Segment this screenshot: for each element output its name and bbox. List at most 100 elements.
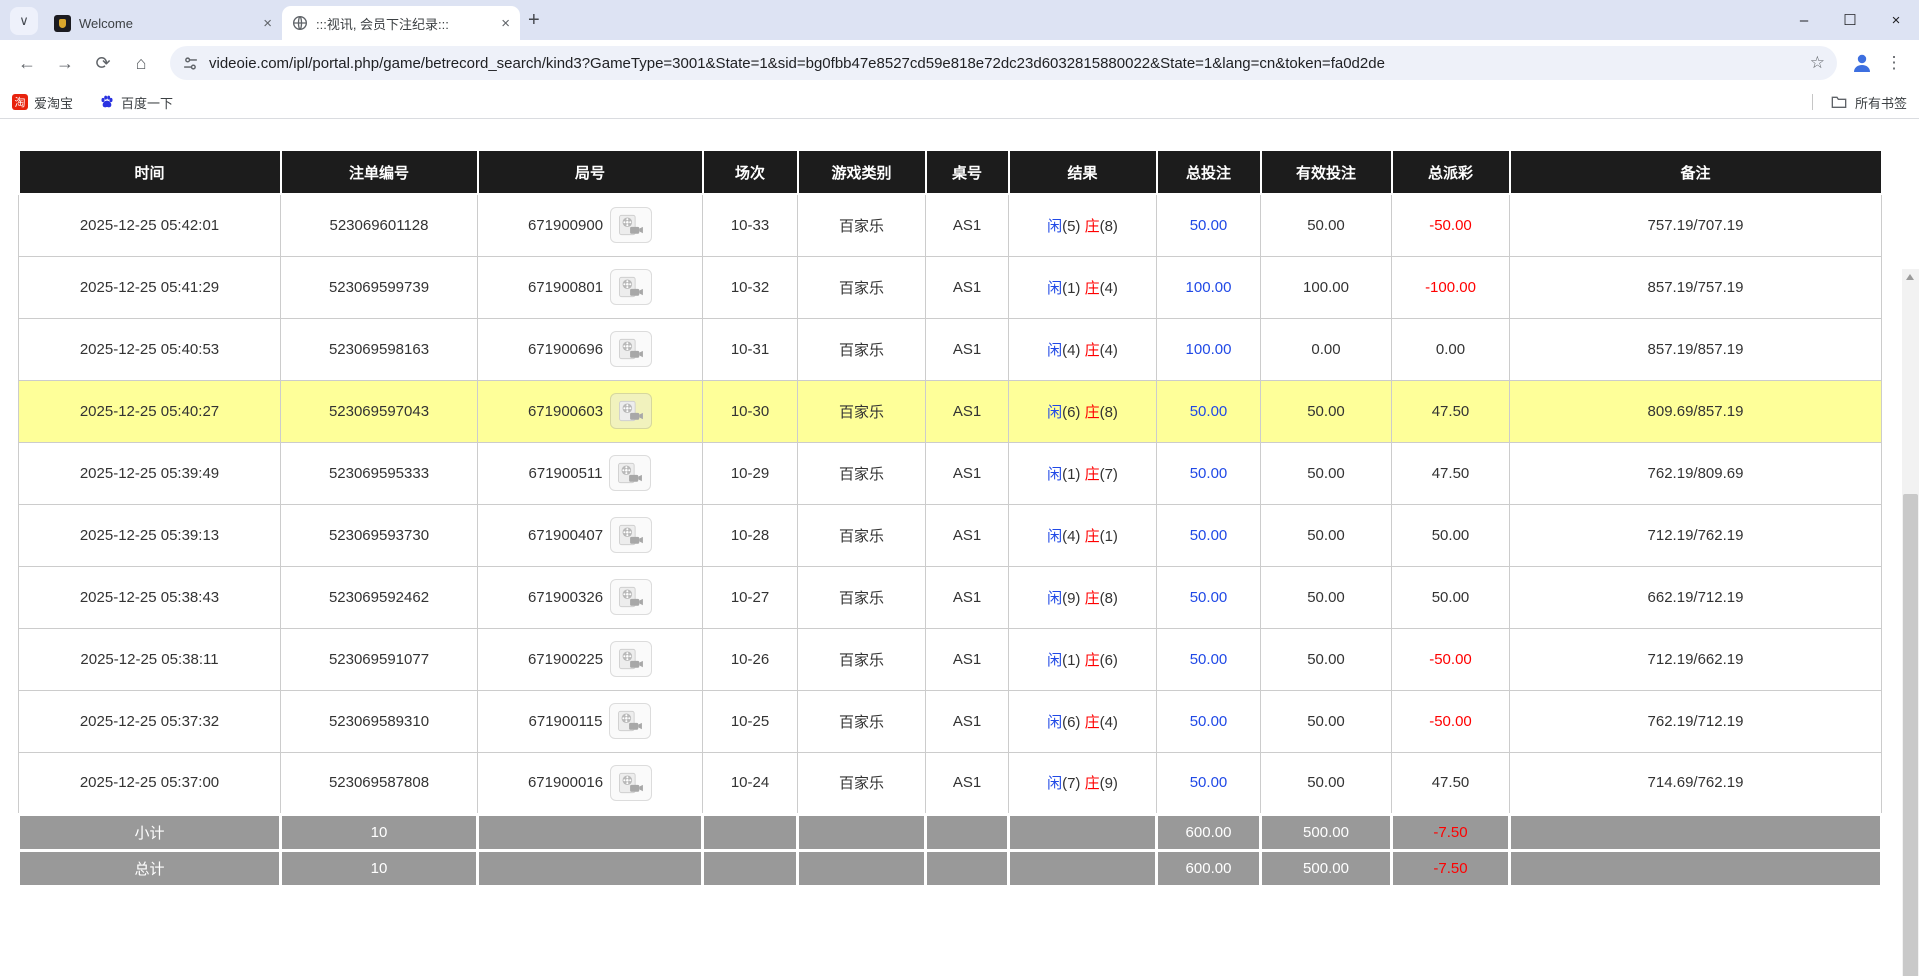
game-type-cell: 百家乐 [798,566,926,628]
column-header: 局号 [478,150,703,194]
time-cell: 2025-12-25 05:42:01 [19,194,281,256]
tab-bet-records[interactable]: :::视讯, 会员下注纪录::: × [282,6,520,40]
profile-person-icon [1850,51,1874,75]
bookmarks-bar: 淘 爱淘宝 百度一下 所有书签 [0,86,1919,119]
video-replay-button[interactable] [610,641,652,677]
total-bet-cell: 50.00 [1157,380,1261,442]
payout-cell: 47.50 [1392,442,1510,504]
video-replay-button[interactable] [610,207,652,243]
video-replay-icon [618,276,644,298]
bet-record-row[interactable]: 2025-12-25 05:41:29523069599739671900801… [19,256,1882,318]
total-bet-cell: 50.00 [1157,566,1261,628]
close-window-button[interactable]: × [1873,0,1919,40]
all-bookmarks[interactable]: 所有书签 [1812,93,1907,112]
video-replay-button[interactable] [610,269,652,305]
session-cell: 10-25 [703,690,798,752]
payout-cell: 47.50 [1392,380,1510,442]
table-no-cell: AS1 [926,256,1009,318]
tab-search-button[interactable]: ∨ [10,7,38,35]
url-text[interactable]: videoie.com/ipl/portal.php/game/betrecor… [209,55,1800,72]
back-icon[interactable]: ← [10,46,44,80]
forward-icon[interactable]: → [48,46,82,80]
player-result-score: (7) [1062,775,1085,792]
banker-result-label: 庄 [1085,775,1100,792]
remark-cell: 714.69/762.19 [1510,752,1882,814]
video-replay-button[interactable] [610,517,652,553]
column-header: 备注 [1510,150,1882,194]
valid-bet-cell: 50.00 [1261,504,1392,566]
tab-welcome[interactable]: Welcome × [44,6,282,40]
welcome-favicon-icon [54,15,71,32]
browser-menu-icon[interactable]: ⋮ [1879,53,1909,73]
bet-record-row[interactable]: 2025-12-25 05:37:00523069587808671900016… [19,752,1882,814]
valid-bet-cell: 50.00 [1261,690,1392,752]
time-cell: 2025-12-25 05:38:11 [19,628,281,690]
result-cell: 闲(1) 庄(6) [1009,628,1157,690]
round-cell: 671900801 [478,256,703,318]
total-bet-cell: 100.00 [1157,256,1261,318]
home-icon[interactable]: ⌂ [124,46,158,80]
footer-count-cell: 10 [281,850,478,886]
footer-count-cell: 10 [281,814,478,850]
video-replay-icon [618,772,644,794]
bet-record-row[interactable]: 2025-12-25 05:39:13523069593730671900407… [19,504,1882,566]
footer-empty-result-cell [1009,850,1157,886]
window-controls: – ☐ × [1781,0,1919,40]
player-result-score: (5) [1062,218,1085,235]
new-tab-button[interactable]: + [528,9,540,32]
round-number: 671900696 [528,341,603,358]
video-replay-button[interactable] [610,331,652,367]
video-replay-button[interactable] [609,455,651,491]
profile-avatar[interactable] [1849,50,1875,76]
address-bar[interactable]: videoie.com/ipl/portal.php/game/betrecor… [170,46,1837,80]
bet-record-row[interactable]: 2025-12-25 05:39:49523069595333671900511… [19,442,1882,504]
time-cell: 2025-12-25 05:37:00 [19,752,281,814]
page-scrollbar[interactable] [1902,269,1919,976]
bet-record-row[interactable]: 2025-12-25 05:38:43523069592462671900326… [19,566,1882,628]
game-type-cell: 百家乐 [798,752,926,814]
subtotal-row: 小计10600.00500.00-7.50 [19,814,1882,850]
bet-record-row[interactable]: 2025-12-25 05:40:53523069598163671900696… [19,318,1882,380]
globe-icon [292,15,308,31]
bet-record-row[interactable]: 2025-12-25 05:42:01523069601128671900900… [19,194,1882,256]
video-replay-button[interactable] [610,393,652,429]
video-replay-button[interactable] [609,703,651,739]
banker-result-score: (4) [1100,714,1118,731]
reload-icon[interactable]: ⟳ [86,46,120,80]
scroll-up-icon[interactable] [1906,274,1914,280]
payout-cell: 50.00 [1392,566,1510,628]
bet-record-row[interactable]: 2025-12-25 05:40:27523069597043671900603… [19,380,1882,442]
scrollbar-thumb[interactable] [1903,494,1918,976]
footer-total-bet-cell: 600.00 [1157,814,1261,850]
bookmark-baidu[interactable]: 百度一下 [99,93,173,112]
payout-cell: 0.00 [1392,318,1510,380]
taobao-icon: 淘 [12,94,28,110]
bet-record-row[interactable]: 2025-12-25 05:38:11523069591077671900225… [19,628,1882,690]
bookmark-star-icon[interactable]: ☆ [1810,53,1825,73]
payout-cell: 50.00 [1392,504,1510,566]
round-cell: 671900225 [478,628,703,690]
bookmark-aitaobao[interactable]: 淘 爱淘宝 [12,93,73,112]
round-number: 671900016 [528,774,603,791]
player-result-score: (9) [1062,590,1085,607]
result-cell: 闲(1) 庄(7) [1009,442,1157,504]
site-info-icon[interactable] [182,55,199,72]
tab-close-icon[interactable]: × [501,16,510,31]
bookmark-label: 爱淘宝 [34,93,73,112]
bet-id-cell: 523069593730 [281,504,478,566]
video-replay-button[interactable] [610,765,652,801]
player-result-label: 闲 [1047,342,1062,359]
footer-remark-cell [1510,850,1882,886]
bet-record-row[interactable]: 2025-12-25 05:37:32523069589310671900115… [19,690,1882,752]
video-replay-icon [618,648,644,670]
remark-cell: 762.19/712.19 [1510,690,1882,752]
video-replay-icon [618,400,644,422]
time-cell: 2025-12-25 05:39:49 [19,442,281,504]
banker-result-score: (4) [1100,280,1118,297]
minimize-button[interactable]: – [1781,0,1827,40]
video-replay-button[interactable] [610,579,652,615]
tab-close-icon[interactable]: × [263,16,272,31]
round-cell: 671900511 [478,442,703,504]
footer-remark-cell [1510,814,1882,850]
maximize-button[interactable]: ☐ [1827,0,1873,40]
